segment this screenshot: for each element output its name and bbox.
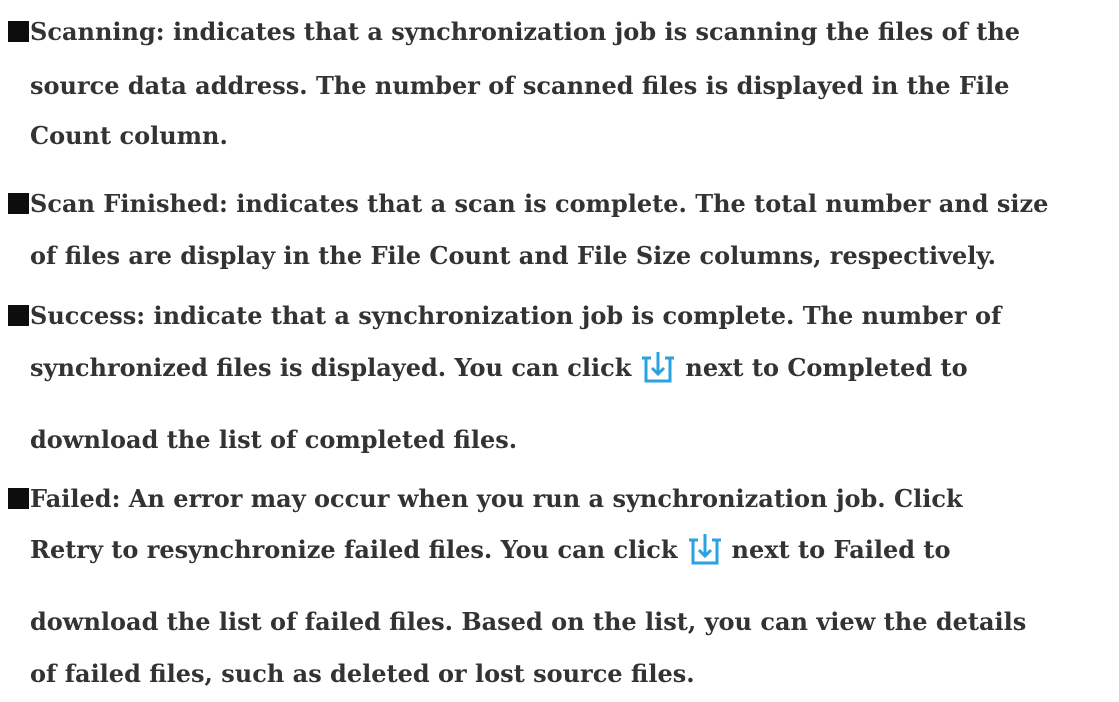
download-icon[interactable] xyxy=(686,530,724,568)
text-line: source data address. The number of scann… xyxy=(30,71,1010,100)
text-line: of failed files, such as deleted or lost… xyxy=(30,659,695,688)
text-line-with-icon: synchronized files is displayed. You can… xyxy=(30,348,968,388)
text-before-icon: Retry to resynchronize failed files. You… xyxy=(30,535,678,564)
text-after-icon: next to Failed to xyxy=(731,535,951,564)
square-bullet-icon xyxy=(8,488,29,509)
text-line: of files are display in the File Count a… xyxy=(30,241,996,270)
text-line: Scan Finished: indicates that a scan is … xyxy=(30,189,1049,218)
square-bullet-icon xyxy=(8,193,29,214)
text-before-icon: synchronized files is displayed. You can… xyxy=(30,353,632,382)
download-icon[interactable] xyxy=(639,348,677,386)
text-after-icon: next to Completed to xyxy=(685,353,968,382)
text-line: Failed: An error may occur when you run … xyxy=(30,484,963,513)
square-bullet-icon xyxy=(8,21,29,42)
square-bullet-icon xyxy=(8,305,29,326)
text-line: Scanning: indicates that a synchronizati… xyxy=(30,17,1021,46)
text-line: download the list of failed files. Based… xyxy=(30,607,1027,636)
text-line-with-icon: Retry to resynchronize failed files. You… xyxy=(30,530,950,570)
text-line: Count column. xyxy=(30,121,228,150)
text-line: Success: indicate that a synchronization… xyxy=(30,301,1002,330)
text-line: download the list of completed files. xyxy=(30,425,518,454)
